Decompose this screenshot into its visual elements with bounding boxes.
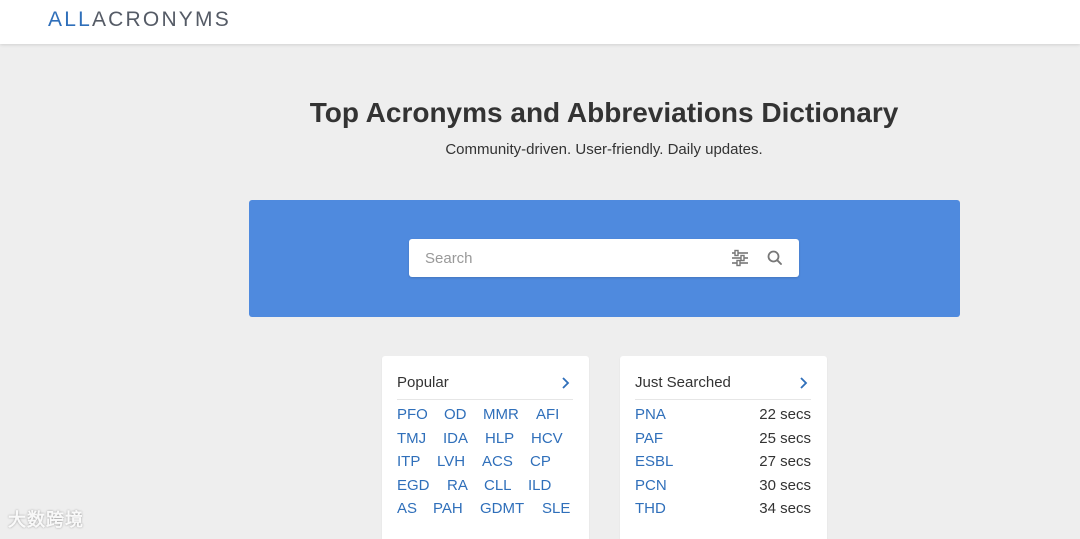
page-title: Top Acronyms and Abbreviations Dictionar… bbox=[309, 97, 899, 128]
recent-acronym-link[interactable]: THD bbox=[635, 500, 666, 517]
search-panel bbox=[249, 200, 960, 317]
popular-link[interactable]: ILD bbox=[528, 477, 551, 494]
chevron-right-icon[interactable] bbox=[559, 375, 573, 391]
recent-row: THD 34 secs bbox=[635, 500, 811, 520]
popular-title: Popular bbox=[397, 374, 449, 391]
recent-acronym-link[interactable]: PCN bbox=[635, 477, 667, 494]
popular-link[interactable]: EGD bbox=[397, 477, 430, 494]
popular-link[interactable]: IDA bbox=[443, 430, 468, 447]
popular-link[interactable]: HCV bbox=[531, 430, 563, 447]
recent-acronym-link[interactable]: PAF bbox=[635, 430, 663, 447]
popular-link[interactable]: PAH bbox=[433, 500, 463, 517]
popular-link[interactable]: MMR bbox=[483, 406, 519, 423]
search-icon[interactable] bbox=[765, 248, 785, 268]
site-logo[interactable]: ALLACRONYMS bbox=[48, 8, 231, 32]
recent-row: PAF 25 secs bbox=[635, 430, 811, 450]
filter-sliders-icon[interactable] bbox=[729, 248, 751, 268]
search-box bbox=[409, 239, 799, 277]
recent-time: 27 secs bbox=[759, 453, 811, 470]
popular-link[interactable]: AS bbox=[397, 500, 417, 517]
recent-time: 22 secs bbox=[759, 406, 811, 423]
recent-row: ESBL 27 secs bbox=[635, 453, 811, 473]
recent-time: 34 secs bbox=[759, 500, 811, 517]
popular-link[interactable]: PFO bbox=[397, 406, 428, 423]
popular-card-header: Popular bbox=[397, 374, 573, 400]
popular-link[interactable]: TMJ bbox=[397, 430, 426, 447]
popular-link[interactable]: LVH bbox=[437, 453, 465, 470]
just-searched-card: Just Searched PNA 22 secs PAF 25 secs ES… bbox=[620, 356, 827, 539]
watermark: 大数跨境 bbox=[8, 510, 84, 531]
popular-link[interactable]: OD bbox=[444, 406, 467, 423]
popular-link[interactable]: GDMT bbox=[480, 500, 524, 517]
just-searched-card-header: Just Searched bbox=[635, 374, 811, 400]
chevron-right-icon[interactable] bbox=[797, 375, 811, 391]
search-input[interactable] bbox=[409, 239, 719, 277]
page-subtitle: Community-driven. User-friendly. Daily u… bbox=[445, 141, 763, 158]
popular-link[interactable]: CLL bbox=[484, 477, 512, 494]
recent-row: PNA 22 secs bbox=[635, 406, 811, 426]
popular-card: Popular PFO OD MMR AFI TMJ IDA HLP HCV I… bbox=[382, 356, 589, 539]
recent-acronym-link[interactable]: PNA bbox=[635, 406, 666, 423]
popular-link[interactable]: ITP bbox=[397, 453, 420, 470]
top-navbar: ALLACRONYMS bbox=[0, 0, 1080, 44]
popular-link[interactable]: RA bbox=[447, 477, 468, 494]
recent-row: PCN 30 secs bbox=[635, 477, 811, 497]
just-searched-title: Just Searched bbox=[635, 374, 731, 391]
popular-link[interactable]: SLE bbox=[542, 500, 570, 517]
popular-link[interactable]: CP bbox=[530, 453, 551, 470]
recent-time: 30 secs bbox=[759, 477, 811, 494]
popular-link[interactable]: AFI bbox=[536, 406, 559, 423]
popular-link[interactable]: HLP bbox=[485, 430, 514, 447]
recent-acronym-link[interactable]: ESBL bbox=[635, 453, 673, 470]
recent-time: 25 secs bbox=[759, 430, 811, 447]
popular-link[interactable]: ACS bbox=[482, 453, 513, 470]
